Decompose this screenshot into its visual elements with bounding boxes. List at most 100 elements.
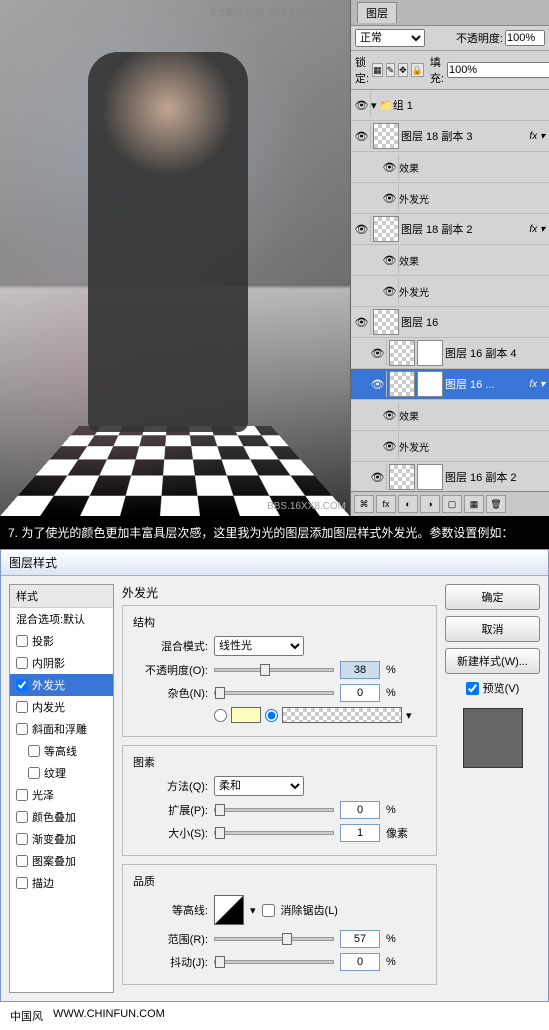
visibility-icon[interactable]: 👁 [353,216,371,242]
style-checkbox[interactable] [28,767,40,779]
layer-effect[interactable]: 👁外发光 [351,431,549,462]
style-checkbox[interactable] [16,855,28,867]
noise-input[interactable] [340,684,380,702]
cancel-button[interactable]: 取消 [445,616,540,642]
noise-slider[interactable] [214,691,334,695]
style-inner-glow[interactable]: 内发光 [10,696,113,718]
delete-icon[interactable]: 🗑 [486,495,506,513]
style-checkbox[interactable] [16,833,28,845]
gradient-picker[interactable] [282,707,402,723]
preview-checkbox[interactable] [466,682,479,695]
style-checkbox[interactable] [16,723,28,735]
lock-position-icon[interactable]: ✥ [398,63,408,77]
contour-dropdown-icon[interactable]: ▾ [250,904,256,917]
size-input[interactable] [340,824,380,842]
layers-tab[interactable]: 图层 [357,2,397,23]
layer-item[interactable]: 👁 图层 16 [351,307,549,338]
jitter-slider[interactable] [214,960,334,964]
gradient-radio[interactable] [265,709,278,722]
blending-options[interactable]: 混合选项:默认 [10,608,113,630]
new-layer-icon[interactable]: ▦ [464,495,484,513]
contour-picker[interactable] [214,895,244,925]
style-satin[interactable]: 光泽 [10,784,113,806]
layer-item[interactable]: 👁 图层 18 副本 2 fx ▾ [351,214,549,245]
fx-badge[interactable]: fx ▾ [529,379,545,390]
color-radio[interactable] [214,709,227,722]
visibility-icon[interactable]: 👁 [381,433,399,459]
style-checkbox[interactable] [16,635,28,647]
method-select[interactable]: 柔和 [214,776,304,796]
layer-item[interactable]: 👁 图层 16 副本 4 [351,338,549,369]
style-drop-shadow[interactable]: 投影 [10,630,113,652]
style-checkbox[interactable] [16,789,28,801]
layer-style-icon[interactable]: fx [376,495,396,513]
visibility-icon[interactable]: 👁 [353,92,371,118]
ok-button[interactable]: 确定 [445,584,540,610]
style-checkbox[interactable] [16,679,28,691]
layer-style-dialog: 图层样式 样式 混合选项:默认 投影 内阴影 外发光 内发光 斜面和浮雕 等高线… [0,549,549,1002]
layer-mask-icon[interactable]: ◐ [398,495,418,513]
style-color-overlay[interactable]: 颜色叠加 [10,806,113,828]
visibility-icon[interactable]: 👁 [369,340,387,366]
link-layers-icon[interactable]: ⌘ [354,495,374,513]
gradient-dropdown-icon[interactable]: ▾ [406,709,412,722]
panel-header: 图层 [351,0,549,26]
layer-effect[interactable]: 👁外发光 [351,183,549,214]
visibility-icon[interactable]: 👁 [381,402,399,428]
jitter-input[interactable] [340,953,380,971]
visibility-icon[interactable]: 👁 [381,154,399,180]
range-slider[interactable] [214,937,334,941]
style-checkbox[interactable] [16,811,28,823]
layer-item[interactable]: 👁 图层 16 副本 2 [351,462,549,491]
size-slider[interactable] [214,831,334,835]
lock-image-icon[interactable]: ✎ [386,63,396,77]
style-outer-glow[interactable]: 外发光 [10,674,113,696]
style-contour[interactable]: 等高线 [10,740,113,762]
adjustment-icon[interactable]: ◑ [420,495,440,513]
layer-effect[interactable]: 👁效果 [351,245,549,276]
style-checkbox[interactable] [16,701,28,713]
spread-input[interactable] [340,801,380,819]
visibility-icon[interactable]: 👁 [353,309,371,335]
style-checkbox[interactable] [16,657,28,669]
style-checkbox[interactable] [28,745,40,757]
style-gradient-overlay[interactable]: 渐变叠加 [10,828,113,850]
style-checkbox[interactable] [16,877,28,889]
style-stroke[interactable]: 描边 [10,872,113,894]
opacity-input[interactable] [505,30,545,46]
quality-group: 品质 等高线: ▾ 消除锯齿(L) 范围(R): % 抖动(J): [122,864,437,985]
layer-item-selected[interactable]: 👁 图层 16 ... fx ▾ [351,369,549,400]
layer-item[interactable]: 👁 图层 18 副本 3 fx ▾ [351,121,549,152]
section-title: 外发光 [122,584,437,601]
fx-badge[interactable]: fx ▾ [529,131,545,142]
blend-mode-select[interactable]: 线性光 [214,636,304,656]
style-texture[interactable]: 纹理 [10,762,113,784]
layer-effect[interactable]: 👁外发光 [351,276,549,307]
style-inner-shadow[interactable]: 内阴影 [10,652,113,674]
layer-group[interactable]: 👁 ▾ 📁 组 1 [351,90,549,121]
opacity-slider[interactable] [214,668,334,672]
antialias-checkbox[interactable] [262,904,275,917]
visibility-icon[interactable]: 👁 [381,278,399,304]
blend-mode-select[interactable]: 正常 [355,29,425,47]
visibility-icon[interactable]: 👁 [353,123,371,149]
opacity-input[interactable] [340,661,380,679]
visibility-icon[interactable]: 👁 [369,464,387,490]
spread-slider[interactable] [214,808,334,812]
style-bevel[interactable]: 斜面和浮雕 [10,718,113,740]
layer-effect[interactable]: 👁效果 [351,152,549,183]
layer-effect[interactable]: 👁效果 [351,400,549,431]
color-swatch[interactable] [231,707,261,723]
styles-header: 样式 [10,585,113,608]
range-input[interactable] [340,930,380,948]
visibility-icon[interactable]: 👁 [381,247,399,273]
style-pattern-overlay[interactable]: 图案叠加 [10,850,113,872]
lock-transparency-icon[interactable]: ▦ [372,63,383,77]
new-style-button[interactable]: 新建样式(W)... [445,648,540,674]
fx-badge[interactable]: fx ▾ [529,224,545,235]
visibility-icon[interactable]: 👁 [381,185,399,211]
fill-input[interactable] [447,62,549,78]
lock-all-icon[interactable]: 🔒 [411,63,424,77]
folder-icon[interactable]: ▢ [442,495,462,513]
visibility-icon[interactable]: 👁 [369,371,387,397]
